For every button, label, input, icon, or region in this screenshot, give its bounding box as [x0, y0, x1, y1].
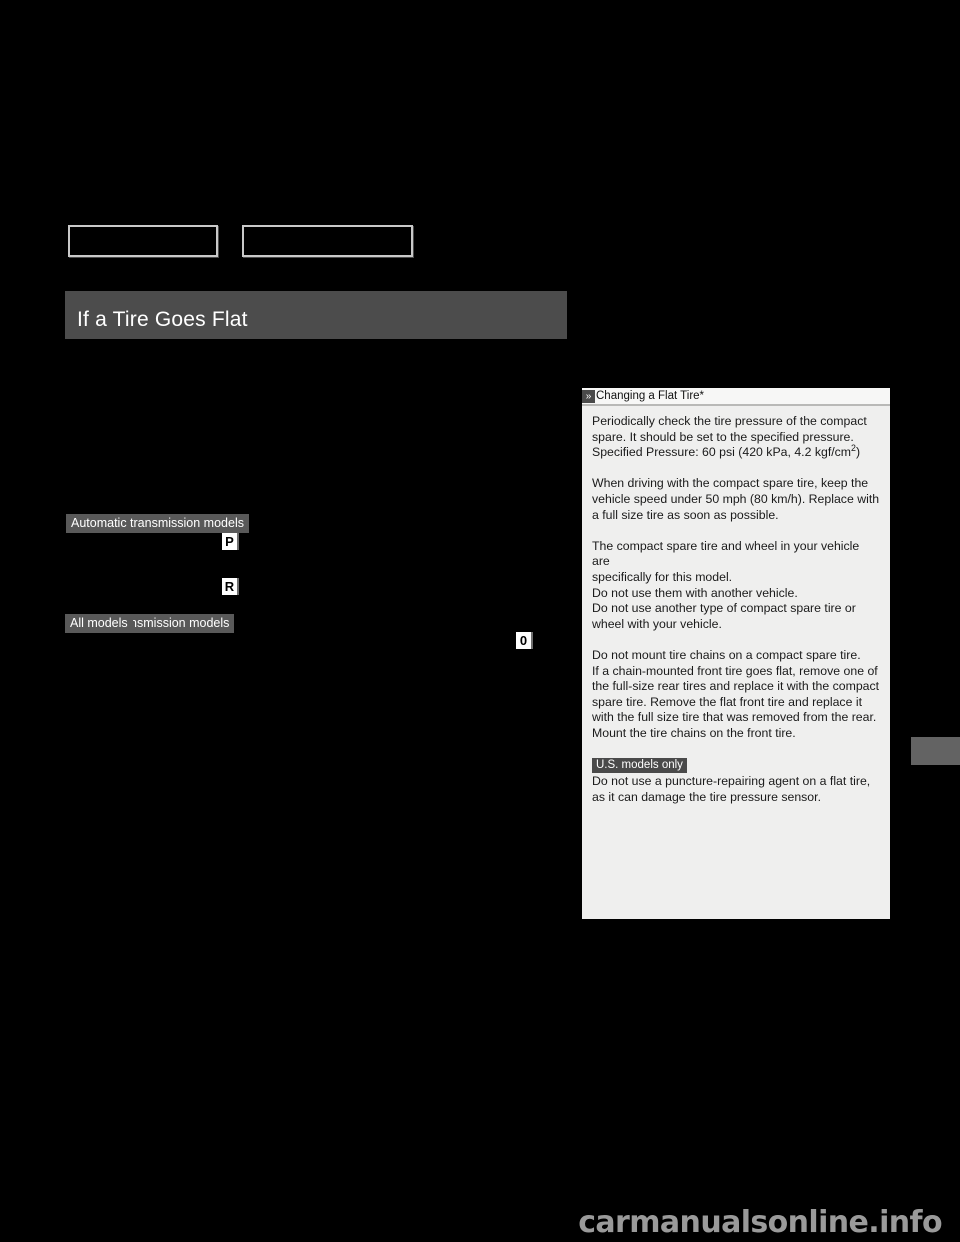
info-panel-title: Changing a Flat Tire*: [596, 390, 705, 402]
info-line: wheel with your vehicle.: [592, 616, 722, 631]
info-line: Mount the tire chains on the front tire.: [592, 725, 796, 740]
section-title-bar: If a Tire Goes Flat: [65, 291, 567, 339]
info-line: If a chain-mounted front tire goes flat,…: [592, 663, 878, 678]
badge-automatic-transmission-models: Automatic transmission models: [66, 514, 249, 533]
info-line: When driving with the compact spare tire…: [592, 476, 869, 491]
header-box-left-label: [70, 227, 216, 255]
info-paragraph-model-specific: The compact spare tire and wheel in your…: [592, 539, 880, 633]
info-line: Do not use them with another vehicle.: [592, 585, 798, 600]
left-content-column: Automatic transmission models Manual tra…: [65, 360, 567, 920]
info-line: specifically for this model.: [592, 569, 733, 584]
info-paragraph-spare-pressure: Periodically check the tire pressure of …: [592, 414, 880, 461]
header-box-left[interactable]: [68, 225, 218, 257]
info-paragraph-speed-limit: When driving with the compact spare tire…: [592, 476, 880, 523]
info-paragraph-us-models: U.S. models only Do not use a puncture-r…: [592, 757, 880, 805]
info-line: Specified Pressure: 60 psi (420 kPa, 4.2…: [592, 445, 852, 460]
info-panel-header: » Changing a Flat Tire*: [582, 388, 890, 406]
info-panel: » Changing a Flat Tire* Periodically che…: [582, 388, 890, 919]
info-line: Do not use another type of compact spare…: [592, 601, 856, 616]
header-box-right[interactable]: [242, 225, 413, 257]
info-line: the full-size rear tires and replace it …: [592, 679, 880, 694]
header-box-right-label: [244, 227, 411, 255]
site-watermark: carmanualsonline.info: [578, 1205, 942, 1240]
info-panel-body: Periodically check the tire pressure of …: [582, 406, 890, 805]
info-line: with the full size tire that was removed…: [592, 710, 877, 725]
badge-all-models: All models: [65, 614, 133, 633]
info-line: spare tire. Remove the flat front tire a…: [592, 694, 862, 709]
info-line: Do not mount tire chains on a compact sp…: [592, 647, 861, 662]
manual-page: If a Tire Goes Flat Automatic transmissi…: [0, 0, 960, 1242]
badge-us-models-only: U.S. models only: [592, 758, 687, 774]
info-line: vehicle speed under 50 mph (80 km/h). Re…: [592, 491, 880, 506]
info-paragraph-tire-chains: Do not mount tire chains on a compact sp…: [592, 648, 880, 742]
edge-tab-marker: [911, 737, 960, 765]
gear-position-park-glyph: P: [222, 533, 237, 550]
info-line: as it can damage the tire pressure senso…: [592, 789, 821, 804]
info-line: Do not use a puncture-repairing agent on…: [592, 774, 871, 789]
indicator-glyph: 0: [516, 632, 531, 649]
gear-position-reverse-glyph: R: [222, 578, 237, 595]
page-title: If a Tire Goes Flat: [77, 308, 248, 331]
double-chevron-right-icon: »: [582, 389, 595, 403]
info-line: a full size tire as soon as possible.: [592, 507, 779, 522]
info-line-tail: ): [855, 445, 861, 460]
info-line: The compact spare tire and wheel in your…: [592, 538, 860, 569]
info-line: spare. It should be set to the specified…: [592, 429, 854, 444]
info-line: Periodically check the tire pressure of …: [592, 414, 867, 428]
